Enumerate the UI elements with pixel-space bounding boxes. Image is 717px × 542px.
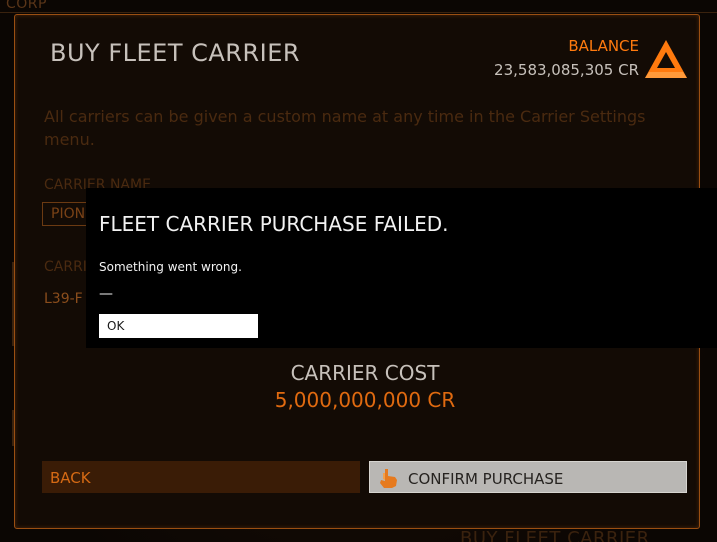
game-screen: CORP BUY FLEET CARRIER BUY FLEET CARRIER…	[0, 0, 717, 542]
dialog-title: FLEET CARRIER PURCHASE FAILED.	[99, 212, 449, 236]
credits-triangle-icon	[645, 40, 687, 78]
confirm-purchase-label: CONFIRM PURCHASE	[408, 470, 564, 488]
carrier-cost-value: 5,000,000,000 CR	[274, 388, 456, 412]
background-left-fragment	[0, 410, 14, 450]
carrier-naming-info: All carriers can be given a custom name …	[44, 107, 646, 149]
ok-button[interactable]: OK	[99, 314, 258, 338]
dialog-message: Something went wrong.	[99, 260, 242, 274]
balance-label: BALANCE	[568, 37, 639, 55]
carrier-id-value: L39-F	[44, 291, 83, 307]
back-button-label: BACK	[50, 469, 91, 487]
background-divider	[0, 12, 717, 13]
ok-button-label: OK	[107, 319, 125, 333]
purchase-failed-dialog: FLEET CARRIER PURCHASE FAILED. Something…	[86, 188, 717, 348]
hand-pointer-icon	[380, 469, 397, 488]
panel-title: BUY FLEET CARRIER	[50, 39, 301, 67]
balance-value: 23,583,085,305 CR	[494, 61, 639, 79]
confirm-purchase-button[interactable]: CONFIRM PURCHASE	[369, 461, 687, 493]
background-corp-tab: CORP	[6, 0, 47, 12]
dialog-separator-text: —	[99, 286, 113, 302]
carrier-cost-label: CARRIER COST	[290, 361, 440, 385]
background-left-fragment	[0, 262, 14, 352]
background-panel-title: BUY FLEET CARRIER	[460, 528, 650, 542]
carrier-name-input[interactable]: PIONEER	[42, 202, 92, 226]
back-button[interactable]: BACK	[42, 461, 360, 493]
